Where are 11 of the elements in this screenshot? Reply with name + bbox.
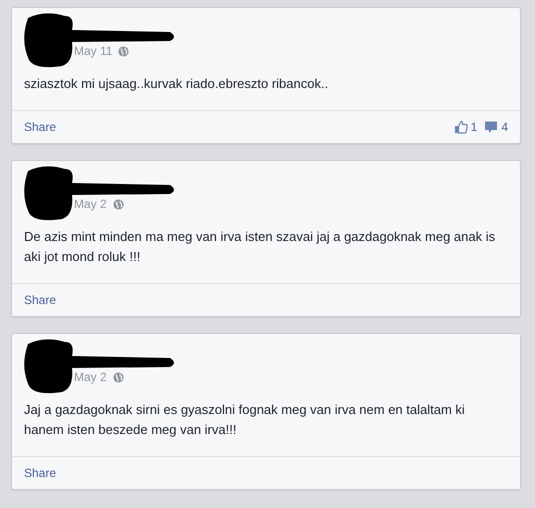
share-link[interactable]: Share (24, 466, 56, 480)
share-link[interactable]: Share (24, 293, 56, 307)
post-date[interactable]: May 11 (74, 44, 112, 58)
share-link[interactable]: Share (24, 120, 56, 134)
post-date[interactable]: May 2 (74, 370, 107, 384)
post-text: sziasztok mi ujsaag..kurvak riado.ebreszto ribancok.. (23, 75, 330, 93)
post-text: Jaj a gazdagoknak sirni es gyaszolni fognak meg van irva nem en talaltam ki hanem isten beszede meg van irva!!! (23, 401, 466, 439)
post-date[interactable]: May 2 (74, 197, 107, 211)
comment-count[interactable]: 4 (501, 120, 508, 134)
post-text: De azis mint minden ma meg van irva isten szavai jaj a gazdagoknak meg anak is aki jot mond roluk !!! (23, 228, 496, 266)
like-count[interactable]: 1 (470, 120, 478, 134)
